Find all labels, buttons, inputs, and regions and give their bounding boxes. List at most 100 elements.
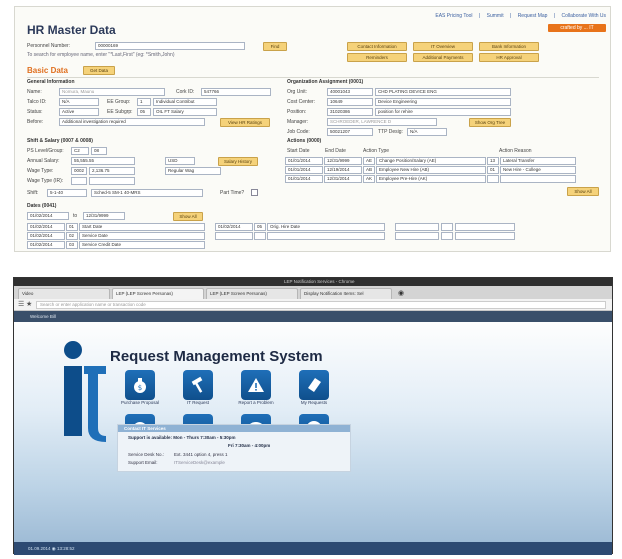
org-unit-code[interactable]: 40001043 (327, 88, 373, 96)
actions-row-2-end: 12/19/2014 (324, 166, 362, 174)
manager-field[interactable]: SCHROEDER, LAWRENCE D (327, 118, 437, 126)
search-hint: To search for employee name, enter "*Las… (27, 52, 175, 58)
cost-center-code[interactable]: 10649 (327, 98, 373, 106)
page-body: Request Management System $ Purchase Pro… (14, 322, 612, 542)
dates-right-row-1-date: 01/02/2014 (215, 223, 253, 231)
actions-title: Actions (0000) (287, 138, 322, 144)
org-tree-button[interactable]: Show Org Tree (469, 118, 511, 127)
ps-level-field[interactable]: C2 (71, 147, 89, 155)
it-overview-button[interactable]: IT Overview (413, 42, 473, 51)
dates-row-1-code: 01 (66, 223, 78, 231)
document-icon (299, 370, 329, 400)
dates-to-field[interactable]: 12/31/9999 (83, 212, 125, 220)
link-pricing-tool[interactable]: EAS Pricing Tool (435, 13, 472, 19)
contact-info-button[interactable]: Contact Information (347, 42, 407, 51)
find-button[interactable]: Find (263, 42, 287, 51)
shift-salary-title: Shift & Salary (0007 & 0008) (27, 138, 93, 144)
cork-id-label: Cork ID: (176, 89, 195, 95)
tile-purchase-proposal[interactable]: $ Purchase Proposal (116, 370, 164, 405)
tab-lep-1[interactable]: LEP (LEP Screen Personas) (112, 288, 204, 299)
shift-text-field[interactable]: Sched-5 SM-1 40-MRS (91, 189, 203, 197)
org-unit-label: Org Unit: (287, 89, 308, 95)
wage-code-field[interactable]: 0002 (71, 167, 87, 175)
wage-ir-amount-field[interactable] (89, 177, 135, 185)
part-time-checkbox[interactable] (251, 189, 258, 196)
org-unit-text[interactable]: CHD PLATING DEVICE ENG (375, 88, 511, 96)
ee-subgrp-code[interactable]: 05 (137, 108, 151, 116)
menu-icon[interactable]: ☰ (18, 300, 24, 308)
bank-info-button[interactable]: Bank Information (479, 42, 539, 51)
browser-screenshot: LEP Notification Services - Chrome Video… (13, 277, 613, 555)
address-input[interactable]: Search or enter application name or tran… (36, 301, 606, 309)
talco-id-field[interactable]: N/A (59, 98, 99, 106)
view-ratings-button[interactable]: View HR Ratings (220, 118, 270, 127)
ee-subgrp-text[interactable]: OIL FT Salary (153, 108, 217, 116)
warning-glyph (248, 378, 264, 392)
ee-group-code[interactable]: 1 (137, 98, 151, 106)
tab-label: Video (22, 291, 34, 296)
dates-extra-cell (441, 223, 453, 231)
tab-notifications[interactable]: Display Notification Items: Sel (300, 288, 392, 299)
address-bar-row: ☰ ★ Search or enter application name or … (14, 299, 612, 311)
actions-row-3-reason (500, 175, 576, 183)
dates-extra-cell (455, 223, 515, 231)
before-field[interactable]: Additional investigation required (59, 118, 205, 126)
status-field[interactable]: Active (59, 108, 99, 116)
actions-col-reason: Action Reason (499, 148, 532, 154)
link-request-map[interactable]: Request Map (518, 13, 548, 19)
ee-group-text[interactable]: Individual Contribut (153, 98, 217, 106)
position-code[interactable]: 31020386 (327, 108, 373, 116)
tile-it-request[interactable]: IT Request (174, 370, 222, 405)
cost-center-text[interactable]: Device Engineering (375, 98, 511, 106)
hammer-icon (183, 370, 213, 400)
link-summit[interactable]: Summit (487, 13, 504, 19)
actions-show-all-button[interactable]: Show All (567, 187, 599, 196)
currency-field[interactable]: USD (165, 157, 195, 165)
position-text[interactable]: position for rehire (375, 108, 511, 116)
wage-amount-field[interactable]: 2,136.75 (89, 167, 135, 175)
part-time-label: Part Time? (220, 190, 245, 196)
reminders-button[interactable]: Reminders (347, 53, 407, 62)
new-tab-icon[interactable]: ◉ (398, 289, 404, 297)
window-title: LEP Notification Services - Chrome (284, 279, 355, 284)
support-hours-2: Fri 7:30am - 4:00pm (228, 443, 271, 448)
additional-payments-button[interactable]: Additional Payments (413, 53, 473, 62)
salary-history-button[interactable]: Salary History (218, 157, 258, 166)
job-code-field[interactable]: 50021207 (327, 128, 373, 136)
actions-row-1-code: AE (363, 157, 375, 165)
page-title: HR Master Data (27, 23, 116, 37)
actions-row-3-start: 01/01/2014 (285, 175, 323, 183)
support-email-value[interactable]: ITServiceDesk@example (174, 460, 225, 465)
dates-to-label: to (73, 213, 78, 219)
support-hours-1: Support is available: Mon - Thurs 7:30am… (128, 435, 236, 440)
ttp-field[interactable]: N/A (407, 128, 447, 136)
service-desk-label: Service Desk No.: (128, 452, 165, 457)
dates-row-2-date: 01/02/2014 (27, 232, 65, 240)
wage-text-field[interactable]: Regular Wag (165, 167, 221, 175)
name-field[interactable]: Nomura, Maunu (59, 88, 165, 96)
dates-row-2-type: Service Date (79, 232, 205, 240)
tab-video[interactable]: Video (18, 288, 110, 299)
name-label: Name: (27, 89, 42, 95)
tab-lep-2[interactable]: LEP (LEP Screen Personas) (206, 288, 298, 299)
dates-show-all-button[interactable]: Show All (173, 212, 203, 221)
personnel-number-input[interactable]: 00000169 (95, 42, 245, 50)
dates-from-field[interactable]: 01/02/2014 (27, 212, 69, 220)
wage-ir-code-field[interactable] (71, 177, 87, 185)
shift-code-field[interactable]: 5-1-40 (47, 189, 87, 197)
dates-row-1-date: 01/02/2014 (27, 223, 65, 231)
tile-my-requests[interactable]: My Requests (290, 370, 338, 405)
star-icon[interactable]: ★ (26, 300, 32, 308)
service-desk-value: Ext. 3441 option 4, press 1 (174, 452, 228, 457)
ps-group-field[interactable]: 08 (91, 147, 107, 155)
org-assignment-title: Organization Assignment (0001) (287, 79, 364, 85)
dates-right-row-2-date (215, 232, 253, 240)
annual-salary-label: Annual Salary: (27, 158, 60, 164)
link-collaborate[interactable]: Collaborate With Us (562, 13, 606, 19)
hr-approval-button[interactable]: HR Approval (479, 53, 539, 62)
annual-salary-field[interactable]: 55,555.55 (71, 157, 135, 165)
tile-report-problem[interactable]: Report a Problem (232, 370, 280, 405)
cork-id-field[interactable]: 547766 (201, 88, 271, 96)
tab-bar: Video LEP (LEP Screen Personas) LEP (LEP… (14, 286, 612, 299)
get-data-button[interactable]: Get Data (83, 66, 115, 75)
